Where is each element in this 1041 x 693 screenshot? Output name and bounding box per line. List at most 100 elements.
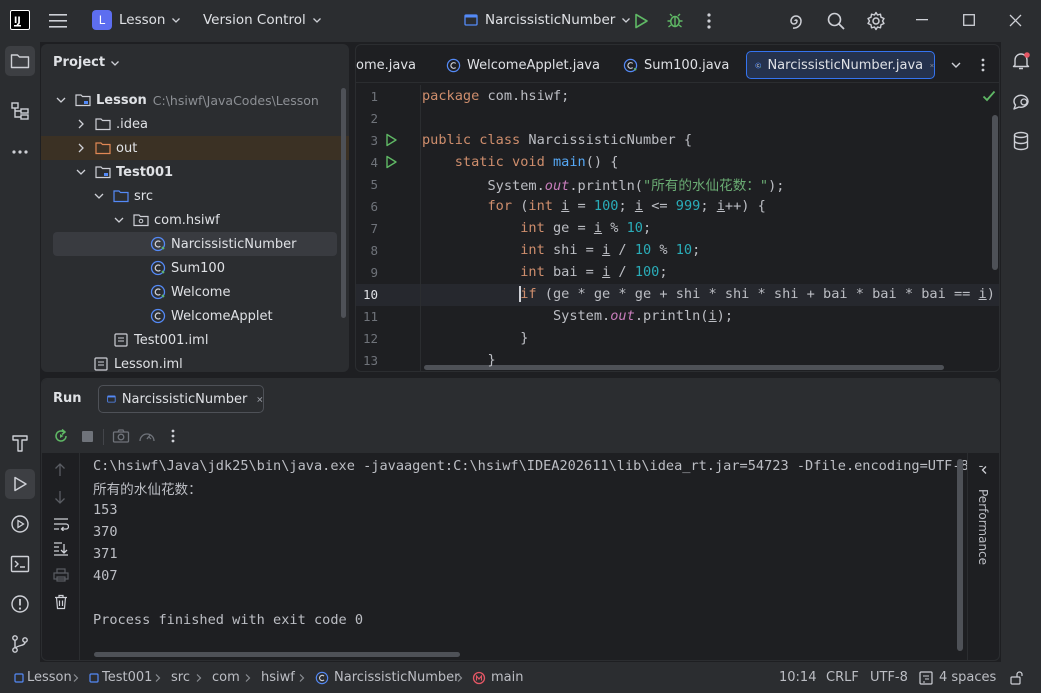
project-scrollbar[interactable] bbox=[341, 88, 346, 318]
ai-chat-button[interactable] bbox=[1006, 86, 1036, 116]
stop-button[interactable] bbox=[82, 431, 93, 442]
code-token: 100 bbox=[634, 264, 660, 280]
source-folder-icon bbox=[113, 190, 129, 203]
intellij-logo-icon[interactable]: IJ bbox=[10, 10, 30, 30]
editor-more-button[interactable] bbox=[980, 51, 986, 79]
breadcrumb-src[interactable]: src bbox=[171, 662, 190, 693]
breadcrumb-test001[interactable]: Test001 bbox=[89, 662, 152, 693]
tree-item-src[interactable]: src bbox=[41, 184, 349, 208]
folder-icon bbox=[10, 54, 30, 69]
run-gutter-icon[interactable] bbox=[384, 155, 398, 169]
run-gutter-icon[interactable] bbox=[384, 133, 398, 147]
close-icon[interactable] bbox=[930, 61, 934, 70]
caret-position[interactable]: 10:14 bbox=[779, 662, 816, 693]
close-button[interactable] bbox=[1009, 14, 1022, 27]
tree-item-lesson[interactable]: Lesson C:\hsiwf\JavaCodes\Lesson bbox=[41, 88, 349, 112]
file-encoding[interactable]: UTF-8 bbox=[870, 662, 908, 693]
database-button[interactable] bbox=[1006, 126, 1036, 156]
breadcrumb-hsiwf[interactable]: hsiwf bbox=[261, 662, 295, 693]
tab-list-button[interactable] bbox=[950, 51, 962, 79]
code-token: ); bbox=[716, 308, 734, 324]
line-number: 4 bbox=[370, 154, 378, 170]
root-path: C:\hsiwf\JavaCodes\Lesson bbox=[152, 92, 319, 108]
editor-tab-narcissistic[interactable]: NarcissisticNumber.java bbox=[746, 51, 935, 79]
tree-item-welcome[interactable]: Welcome bbox=[41, 280, 349, 304]
application-icon bbox=[464, 14, 478, 26]
iml-file-icon bbox=[94, 357, 108, 371]
console-output[interactable]: C:\hsiwf\Java\jdk25\bin\java.exe -javaag… bbox=[42, 453, 985, 660]
title-bar: IJ L Lesson Version Control Narcissistic… bbox=[0, 0, 1041, 42]
structure-tool-button[interactable] bbox=[5, 96, 35, 126]
tree-item-package[interactable]: com.hsiwf bbox=[41, 208, 349, 232]
main-menu-icon[interactable] bbox=[48, 12, 68, 30]
breadcrumb-com[interactable]: com bbox=[212, 662, 240, 693]
code-line: 13 } bbox=[356, 349, 999, 371]
terminal-tool-button[interactable] bbox=[5, 549, 35, 579]
tree-item-sum100[interactable]: Sum100 bbox=[41, 256, 349, 280]
search-button[interactable] bbox=[826, 11, 846, 31]
code-token: 10 bbox=[675, 242, 693, 258]
breadcrumb-method[interactable]: main bbox=[472, 662, 523, 693]
ai-assistant-button[interactable] bbox=[786, 11, 806, 31]
spiral-icon bbox=[790, 15, 802, 29]
run-button[interactable] bbox=[632, 12, 650, 30]
code-area[interactable]: 1 package com.hsiwf; 2 3 public class Na… bbox=[356, 85, 999, 371]
code-token: bai = bbox=[544, 264, 603, 280]
editor-tab-sum100[interactable]: Sum100.java bbox=[623, 51, 729, 79]
problems-tool-button[interactable] bbox=[5, 589, 35, 619]
settings-button[interactable] bbox=[866, 11, 886, 31]
close-icon[interactable] bbox=[257, 395, 263, 404]
readonly-toggle[interactable] bbox=[1010, 662, 1023, 693]
chevron-down-icon bbox=[76, 169, 86, 175]
breadcrumb-lesson[interactable]: Lesson bbox=[14, 662, 72, 693]
services-tool-button[interactable] bbox=[5, 509, 35, 539]
project-panel-header[interactable]: Project bbox=[53, 55, 120, 70]
tree-item-welcomeapplet[interactable]: WelcomeApplet bbox=[41, 304, 349, 328]
more-tools-button[interactable] bbox=[5, 137, 35, 167]
debug-button[interactable] bbox=[666, 11, 684, 29]
text-caret bbox=[519, 286, 521, 302]
snapshot-button[interactable] bbox=[112, 428, 130, 444]
terminal-icon bbox=[10, 555, 30, 573]
code-token: <= bbox=[643, 198, 676, 214]
console-horizontal-scrollbar[interactable] bbox=[94, 652, 460, 657]
performance-side-panel[interactable]: Performance bbox=[967, 453, 999, 660]
editor-tab-welcome[interactable]: ome.java bbox=[356, 51, 416, 79]
warning-circle-icon bbox=[11, 595, 29, 613]
run-more-button[interactable] bbox=[170, 429, 176, 443]
database-icon bbox=[1013, 131, 1029, 151]
tree-item-idea[interactable]: .idea bbox=[41, 112, 349, 136]
line-number: 10 bbox=[362, 286, 378, 302]
console-vertical-scrollbar[interactable] bbox=[957, 459, 963, 651]
project-selector[interactable]: L Lesson bbox=[92, 10, 181, 30]
indent-setting[interactable]: 4 spaces bbox=[919, 662, 996, 693]
breadcrumb-class[interactable]: NarcissisticNumber bbox=[315, 662, 460, 693]
run-panel: Run NarcissisticNumber C:\hsiwf\Java\jdk… bbox=[41, 378, 1000, 661]
vcs-selector[interactable]: Version Control bbox=[203, 12, 322, 28]
rerun-button[interactable] bbox=[53, 428, 69, 444]
tree-item-test001[interactable]: Test001 bbox=[41, 160, 349, 184]
profiler-button[interactable] bbox=[138, 428, 156, 444]
more-actions-button[interactable] bbox=[706, 12, 712, 30]
run-config-selector[interactable]: NarcissisticNumber bbox=[464, 12, 631, 28]
tree-item-out[interactable]: out bbox=[41, 136, 349, 160]
notifications-button[interactable] bbox=[1006, 46, 1036, 76]
line-separator[interactable]: CRLF bbox=[826, 662, 859, 693]
root-name: Lesson bbox=[96, 92, 147, 108]
run-tool-button[interactable] bbox=[5, 469, 35, 499]
project-tool-button[interactable] bbox=[5, 46, 35, 76]
maximize-button[interactable] bbox=[963, 14, 975, 26]
minimize-button[interactable] bbox=[916, 19, 928, 21]
project-panel: Project Lesson C:\hsiwf\JavaCodes\Lesson… bbox=[41, 44, 349, 372]
chevron-right-icon bbox=[195, 662, 203, 693]
run-tab-narcissistic[interactable]: NarcissisticNumber bbox=[98, 385, 264, 413]
build-tool-button[interactable] bbox=[5, 428, 35, 458]
tree-item-test001-iml[interactable]: Test001.iml bbox=[41, 328, 349, 352]
tree-item-narcissistic[interactable]: NarcissisticNumber bbox=[53, 232, 337, 256]
editor-tab-welcomeapplet[interactable]: WelcomeApplet.java bbox=[446, 51, 600, 79]
git-tool-button[interactable] bbox=[5, 629, 35, 659]
run-tab-label: NarcissisticNumber bbox=[121, 391, 248, 407]
tree-item-lesson-iml[interactable]: Lesson.iml bbox=[41, 352, 349, 372]
run-header: Run NarcissisticNumber bbox=[42, 379, 999, 419]
project-badge: L bbox=[92, 10, 112, 30]
